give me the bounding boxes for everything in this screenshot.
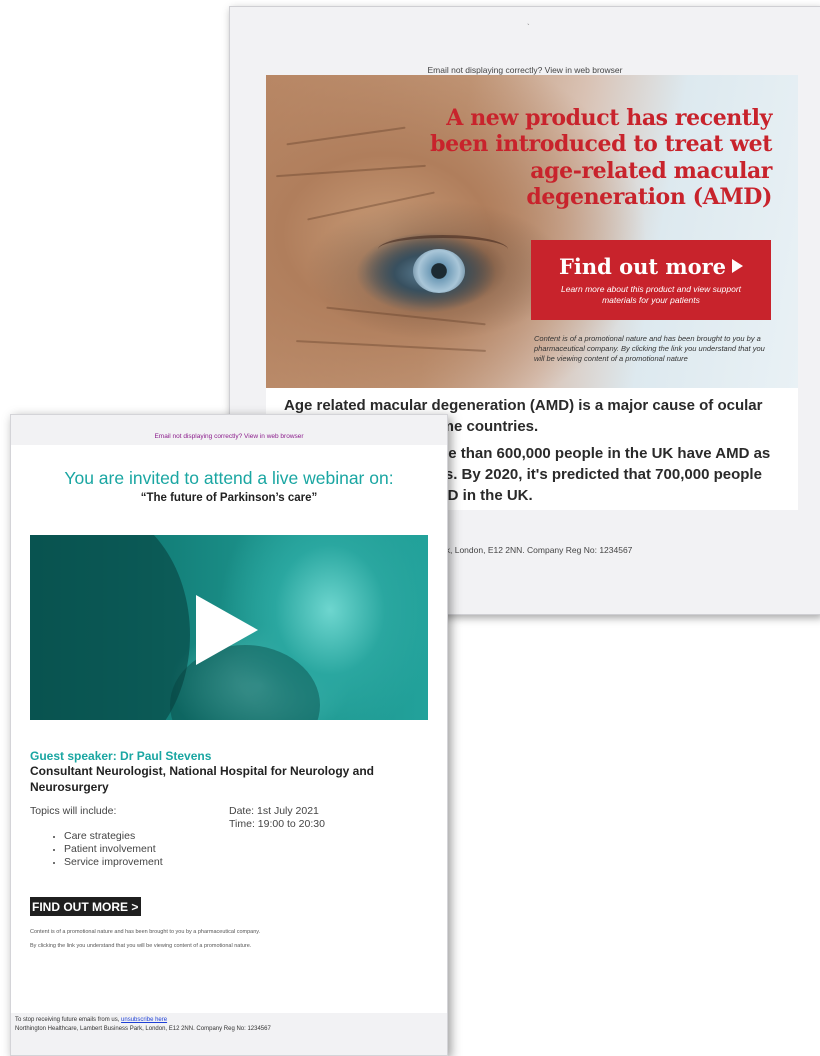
unsubscribe-link[interactable]: unsubscribe here <box>121 1017 167 1023</box>
list-item: Patient involvement <box>64 843 163 856</box>
play-triangle-icon <box>732 259 744 273</box>
footer-unsubscribe-line: To stop receiving future emails from us,… <box>15 1017 167 1023</box>
amd-disclaimer: Content is of a promotional nature and h… <box>534 334 765 363</box>
eye-image <box>413 249 465 293</box>
list-item: Service improvement <box>64 856 163 869</box>
topics-list: Care strategies Patient involvement Serv… <box>30 830 163 869</box>
hero-skin-texture <box>326 306 486 326</box>
amd-cta-title: Find out more <box>558 254 727 279</box>
find-out-more-button[interactable]: FIND OUT MORE > <box>30 897 142 916</box>
play-icon[interactable] <box>196 595 258 665</box>
amd-cta-subtitle: Learn more about this product and view s… <box>560 284 742 305</box>
webinar-email-card: Email not displaying correctly? View in … <box>10 414 448 1056</box>
amd-email-mark: ` <box>527 23 530 32</box>
webinar-date: Date: 1st July 2021 <box>229 805 319 817</box>
fine-print-line: By clicking the link you understand that… <box>30 943 252 950</box>
webinar-invite-heading: You are invited to attend a live webinar… <box>64 468 394 488</box>
list-item: Care strategies <box>64 830 163 843</box>
amd-find-out-more-button[interactable]: Find out more Learn more about this prod… <box>531 240 771 320</box>
hero-skin-texture <box>286 126 406 146</box>
amd-hero-banner: A new product has recently been introduc… <box>266 75 798 388</box>
video-shadow <box>30 535 190 720</box>
amd-cta-title-row: Find out more <box>531 254 771 279</box>
topics-heading: Topics will include: <box>30 805 117 817</box>
hero-skin-texture <box>276 164 426 178</box>
webinar-fine-print: Content is of a promotional nature and h… <box>30 925 430 954</box>
webinar-time: Time: 19:00 to 20:30 <box>229 817 325 830</box>
webinar-view-in-browser-link[interactable]: Email not displaying correctly? View in … <box>11 433 447 440</box>
webinar-video[interactable] <box>30 535 428 720</box>
webinar-top-bar <box>11 415 447 445</box>
speaker-role: Consultant Neurologist, National Hospita… <box>30 764 375 794</box>
hero-skin-texture <box>296 340 486 352</box>
speaker-name: Guest speaker: Dr Paul Stevens <box>30 749 212 763</box>
fine-print-line: Content is of a promotional nature and h… <box>30 929 261 935</box>
amd-headline: A new product has recently been introduc… <box>430 105 772 211</box>
webinar-footer: To stop receiving future emails from us,… <box>11 1013 447 1055</box>
footer-address: Northington Healthcare, Lambert Business… <box>15 1026 271 1032</box>
webinar-talk-title: “The future of Parkinson’s care” <box>140 492 318 504</box>
footer-prefix: To stop receiving future emails from us, <box>15 1017 122 1023</box>
amd-view-in-browser-link[interactable]: Email not displaying correctly? View in … <box>230 65 820 75</box>
webinar-date-time: Date: 1st July 2021 Time: 19:00 to 20:30 <box>229 805 325 830</box>
